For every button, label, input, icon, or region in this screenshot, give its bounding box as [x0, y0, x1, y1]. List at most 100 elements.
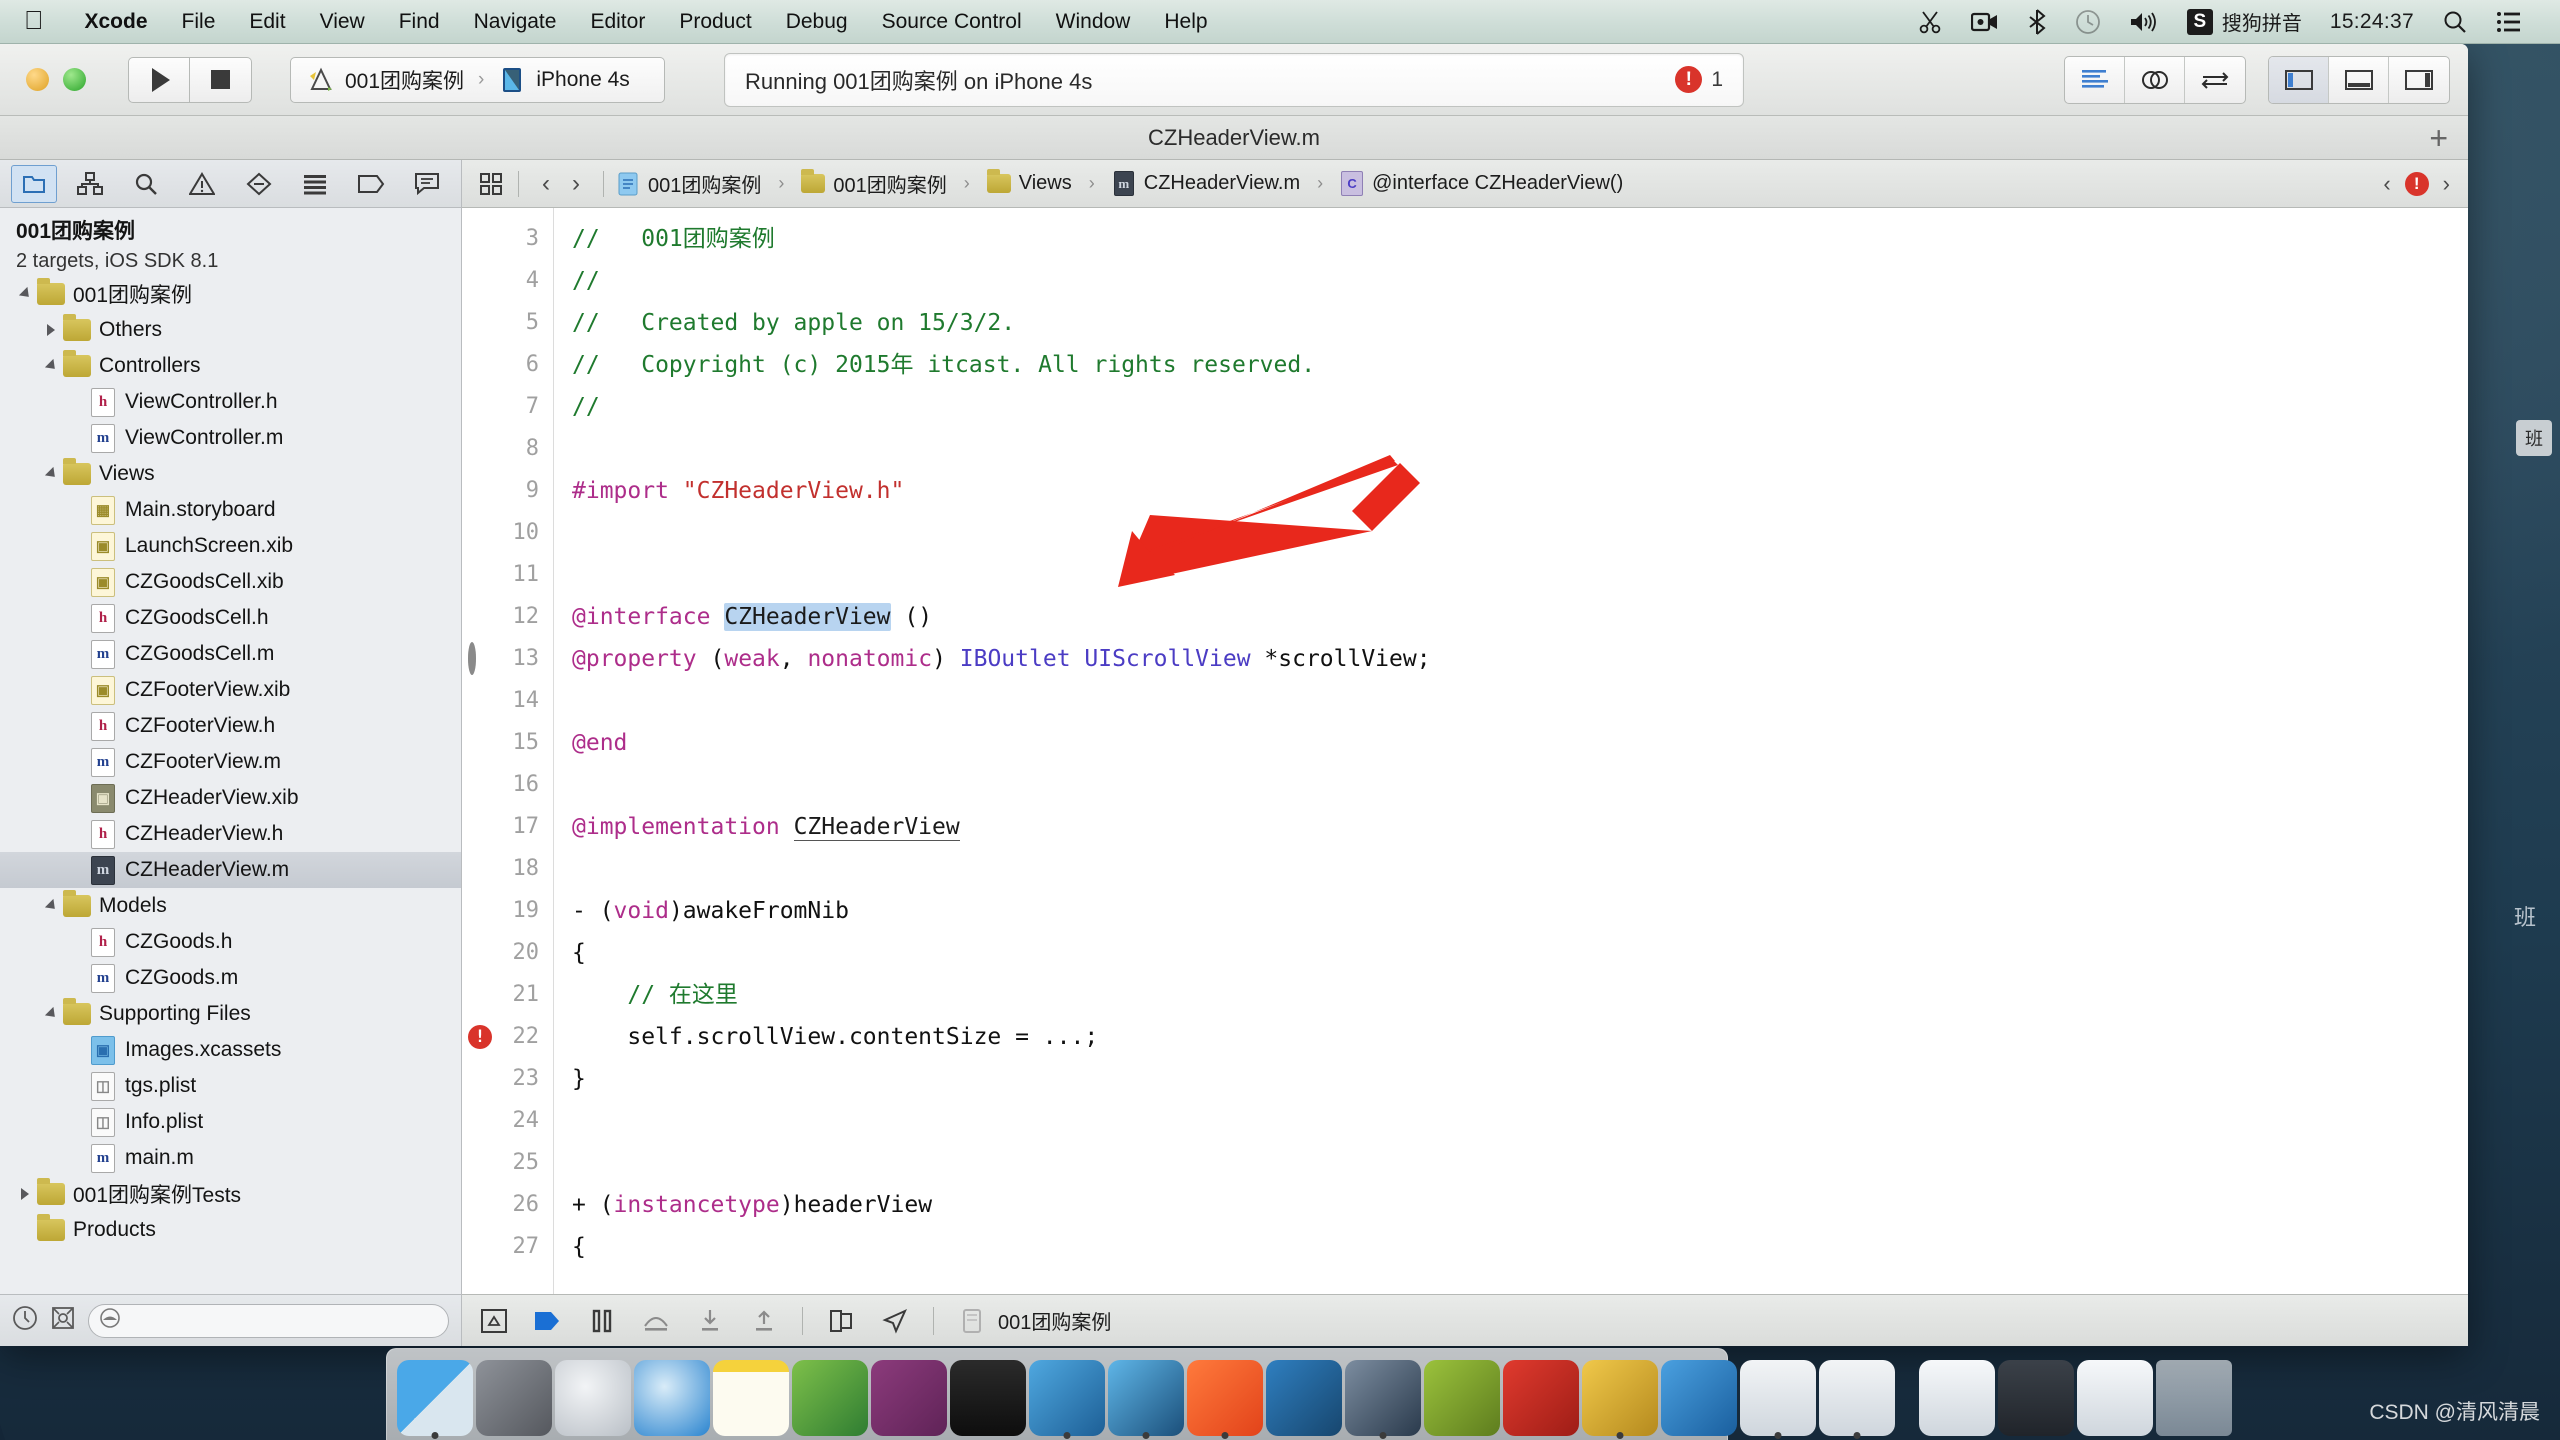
menu-item-view[interactable]: View: [303, 0, 382, 44]
clock-icon[interactable]: [12, 1305, 38, 1336]
file-tree-row-images-xcassets[interactable]: ▣ Images.xcassets: [0, 1032, 461, 1068]
debug-navigator-tab[interactable]: [292, 165, 338, 203]
assistant-editor-button[interactable]: [2125, 56, 2185, 103]
line-number-20[interactable]: 20: [462, 932, 553, 974]
line-number-15[interactable]: 15: [462, 722, 553, 764]
dock-icon-filezilla[interactable]: [1503, 1360, 1579, 1436]
code-line-8[interactable]: [572, 428, 2468, 470]
notification-center-icon[interactable]: [2482, 11, 2536, 33]
zoom-button[interactable]: [63, 68, 86, 91]
file-tree-row-czgoods-m[interactable]: m CZGoods.m: [0, 960, 461, 996]
file-tree-row-czfooterview-xib[interactable]: ▣ CZFooterView.xib: [0, 672, 461, 708]
code-line-16[interactable]: [572, 764, 2468, 806]
breadcrumb-item-4[interactable]: @interface CZHeaderView(): [1372, 172, 1623, 195]
line-number-9[interactable]: 9: [462, 470, 553, 512]
file-tree-row-czgoods-h[interactable]: h CZGoods.h: [0, 924, 461, 960]
dock-icon-onenote[interactable]: [871, 1360, 947, 1436]
line-number-21[interactable]: 21: [462, 974, 553, 1016]
code-line-24[interactable]: [572, 1100, 2468, 1142]
breadcrumb-item-3[interactable]: CZHeaderView.m: [1144, 172, 1300, 195]
file-tree-row-products[interactable]: Products: [0, 1212, 461, 1248]
line-number-22[interactable]: ! 22: [462, 1016, 553, 1058]
toggle-utilities-button[interactable]: [2389, 57, 2449, 103]
file-tree-row-czfooterview-h[interactable]: h CZFooterView.h: [0, 708, 461, 744]
dock-icon-word[interactable]: [1661, 1360, 1737, 1436]
dock-icon-acrobat-a[interactable]: [1740, 1360, 1816, 1439]
disclosure-triangle-open[interactable]: [40, 1006, 62, 1022]
file-tree-row-controllers[interactable]: Controllers: [0, 348, 461, 384]
code-line-5[interactable]: // Created by apple on 15/3/2.: [572, 302, 2468, 344]
line-number-gutter[interactable]: 3 4 5 6 7 8 9 10 11 12 13 14 15 16 17 18 19 20 21! 22 23 24 25…: [462, 208, 554, 1294]
ibaction-connection-marker[interactable]: [468, 638, 476, 680]
disclosure-triangle-open[interactable]: [40, 466, 62, 482]
line-number-3[interactable]: 3: [462, 218, 553, 260]
line-number-27[interactable]: 27: [462, 1226, 553, 1268]
code-text[interactable]: // 001团购案例//// Created by apple on 15/3/…: [554, 208, 2468, 1294]
project-navigator-tab[interactable]: [11, 164, 58, 203]
file-tree-row-models[interactable]: Models: [0, 888, 461, 924]
dock-icon-notes[interactable]: [713, 1360, 789, 1436]
issue-indicator[interactable]: ! 1: [1675, 66, 1723, 93]
dock-icon-downloads-3[interactable]: [2077, 1360, 2153, 1436]
dock-icon-quicktime[interactable]: [1345, 1360, 1421, 1439]
line-number-11[interactable]: 11: [462, 554, 553, 596]
line-number-4[interactable]: 4: [462, 260, 553, 302]
dock-icon-qq[interactable]: [1187, 1360, 1263, 1439]
test-navigator-tab[interactable]: [236, 165, 282, 203]
line-number-14[interactable]: 14: [462, 680, 553, 722]
bluetooth-icon[interactable]: [2013, 8, 2061, 35]
line-number-6[interactable]: 6: [462, 344, 553, 386]
file-tree-row-supporting-files[interactable]: Supporting Files: [0, 996, 461, 1032]
dock-icon-downloads-1[interactable]: [1919, 1360, 1995, 1436]
dock-icon-downloads-2[interactable]: [1998, 1360, 2074, 1436]
menu-clock[interactable]: 15:24:37: [2316, 10, 2428, 34]
code-line-25[interactable]: [572, 1142, 2468, 1184]
file-tree-row-czgoodscell-xib[interactable]: ▣ CZGoodsCell.xib: [0, 564, 461, 600]
file-tree-row-czgoodscell-m[interactable]: m CZGoodsCell.m: [0, 636, 461, 672]
run-button[interactable]: [128, 56, 190, 103]
file-tree-row-czgoodscell-h[interactable]: h CZGoodsCell.h: [0, 600, 461, 636]
disclosure-triangle-closed[interactable]: [14, 1188, 36, 1200]
menu-item-navigate[interactable]: Navigate: [457, 0, 574, 44]
line-number-26[interactable]: 26: [462, 1184, 553, 1226]
project-root-name[interactable]: 001团购案例: [0, 214, 461, 246]
code-line-12[interactable]: @interface CZHeaderView (): [572, 596, 2468, 638]
volume-icon[interactable]: [2115, 10, 2173, 34]
report-navigator-tab[interactable]: [404, 165, 450, 203]
file-tree-row-001团购案例[interactable]: 001团购案例: [0, 276, 461, 312]
file-tree-row-info-plist[interactable]: ◫ Info.plist: [0, 1104, 461, 1140]
code-line-18[interactable]: [572, 848, 2468, 890]
menu-item-file[interactable]: File: [165, 0, 233, 44]
find-navigator-tab[interactable]: [123, 165, 169, 203]
toggle-debug-area-button[interactable]: [2329, 56, 2389, 103]
process-selector[interactable]: 001团购案例: [956, 1305, 1111, 1337]
line-number-19[interactable]: 19: [462, 890, 553, 932]
search-icon[interactable]: [2428, 9, 2482, 35]
menu-item-window[interactable]: Window: [1039, 0, 1148, 44]
line-number-7[interactable]: 7: [462, 386, 553, 428]
code-line-6[interactable]: // Copyright (c) 2015年 itcast. All right…: [572, 344, 2468, 386]
code-line-9[interactable]: #import "CZHeaderView.h": [572, 470, 2468, 512]
step-out-icon[interactable]: [748, 1305, 780, 1337]
error-marker[interactable]: !: [468, 1025, 492, 1049]
next-issue-button[interactable]: ›: [2443, 171, 2450, 197]
pause-icon[interactable]: [586, 1305, 618, 1337]
menu-item-product[interactable]: Product: [662, 0, 768, 44]
dock-icon-launchpad[interactable]: [555, 1360, 631, 1436]
file-tree-row-viewcontroller-m[interactable]: m ViewController.m: [0, 420, 461, 456]
menu-item-debug[interactable]: Debug: [769, 0, 865, 44]
scissors-icon[interactable]: [1903, 9, 1957, 35]
line-number-24[interactable]: 24: [462, 1100, 553, 1142]
hide-debug-icon[interactable]: [478, 1305, 510, 1337]
file-tree-row-views[interactable]: Views: [0, 456, 461, 492]
code-line-22[interactable]: self.scrollView.contentSize = ...;: [572, 1016, 2468, 1058]
source-control-icon[interactable]: [50, 1305, 76, 1336]
screen-record-icon[interactable]: [1957, 11, 2013, 33]
disclosure-triangle-open[interactable]: [14, 286, 36, 302]
filter-input[interactable]: [88, 1303, 449, 1338]
view-hierarchy-icon[interactable]: [825, 1305, 857, 1337]
dock-icon-system-preferences[interactable]: [476, 1360, 552, 1436]
input-method-indicator[interactable]: S 搜狗拼音: [2173, 7, 2316, 36]
dock-icon-snipaste[interactable]: [1266, 1360, 1342, 1436]
time-machine-icon[interactable]: [2061, 9, 2115, 35]
